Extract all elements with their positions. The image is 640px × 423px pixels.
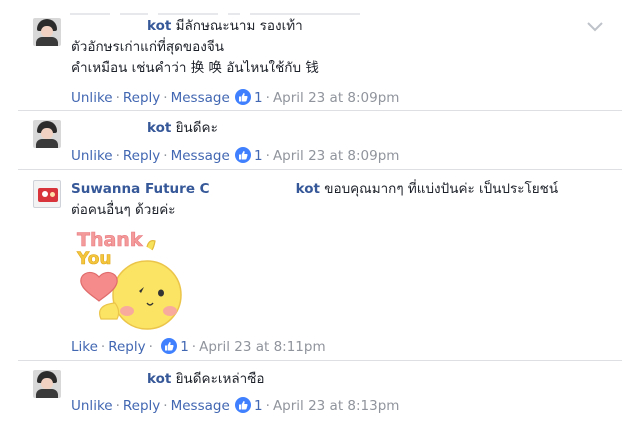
sticker-text-you: You (76, 249, 112, 269)
message-link[interactable]: Message (171, 148, 230, 164)
avatar[interactable] (33, 370, 61, 398)
comment-line-1: มีลักษณะนาม รองเท้า (175, 18, 303, 34)
comment-actions: Unlike · Reply · Message 1 · April 23 at 8:13p… (71, 397, 400, 414)
avatar[interactable] (33, 18, 61, 46)
comment-actions: Unlike · Reply · Message 1 · April 23 at 8:09p… (71, 89, 400, 106)
like-link[interactable]: Like (71, 339, 98, 355)
comment-actions: Unlike · Reply · Message 1 · April 23 at 8:09p… (71, 147, 400, 164)
reply-link[interactable]: Reply (108, 339, 145, 355)
timestamp[interactable]: April 23 at 8:09pm (273, 90, 400, 106)
unlike-link[interactable]: Unlike (71, 90, 113, 106)
chevron-down-icon[interactable] (585, 19, 605, 35)
divider (18, 169, 622, 170)
divider (18, 360, 622, 361)
like-icon[interactable] (235, 397, 252, 413)
like-icon[interactable] (235, 89, 252, 105)
author-name[interactable]: kot (71, 371, 171, 387)
message-link[interactable]: Message (171, 398, 230, 414)
comment-line-1: ขอบคุณมากๆ ที่แบ่งปันค่ะ เป็นประโยชน์ (324, 181, 559, 197)
previous-comment-fragment (70, 0, 470, 15)
comment-line-2: ต่อคนอื่นๆ ด้วยค่ะ (71, 202, 176, 218)
timestamp[interactable]: April 23 at 8:09pm (273, 148, 400, 164)
reply-link[interactable]: Reply (123, 90, 160, 106)
comment-line-1: ยินดีคะ (175, 120, 218, 136)
comment-text: kot ยินดีคะ (71, 118, 218, 139)
message-link[interactable]: Message (171, 90, 230, 106)
comment-text: kot มีลักษณะนาม รองเท้า ตัวอักษรเก่าแก่ท… (71, 16, 319, 79)
reaction-count[interactable]: 1 (254, 148, 263, 164)
reaction-count[interactable]: 1 (254, 90, 263, 106)
timestamp[interactable]: April 23 at 8:11pm (199, 339, 326, 355)
author-name[interactable]: kot (71, 18, 171, 34)
thank-you-sticker[interactable]: Thank You (75, 227, 185, 335)
comment-text: kot ยินดีคะเหล่าซือ (71, 369, 264, 390)
reply-link[interactable]: Reply (123, 148, 160, 164)
like-icon[interactable] (235, 147, 252, 163)
comment-text: Suwanna Future Ckot ขอบคุณมากๆ ที่แบ่งปั… (71, 179, 558, 221)
author-name[interactable]: kot (71, 120, 171, 136)
unlike-link[interactable]: Unlike (71, 398, 113, 414)
divider (18, 110, 622, 111)
avatar[interactable] (33, 120, 61, 148)
like-icon[interactable] (161, 338, 178, 354)
reaction-count[interactable]: 1 (180, 339, 189, 355)
comment-line-1: ยินดีคะเหล่าซือ (175, 371, 265, 387)
avatar[interactable] (33, 180, 61, 208)
unlike-link[interactable]: Unlike (71, 148, 113, 164)
sticker-text-thank: Thank (77, 229, 143, 251)
comment-line-3: คำเหมือน เช่นคำว่า 换 唤 อันไหนใช้กับ 钱 (71, 60, 319, 76)
reply-link[interactable]: Reply (123, 398, 160, 414)
timestamp[interactable]: April 23 at 8:13pm (273, 398, 400, 414)
comment-actions: Like · Reply · 1 · April 23 at 8:11pm (71, 338, 326, 355)
author-name[interactable]: Suwanna Future Ckot (71, 181, 320, 197)
comment-line-2: ตัวอักษรเก่าแก่ที่สุดของจีน (71, 39, 224, 55)
reaction-count[interactable]: 1 (254, 398, 263, 414)
